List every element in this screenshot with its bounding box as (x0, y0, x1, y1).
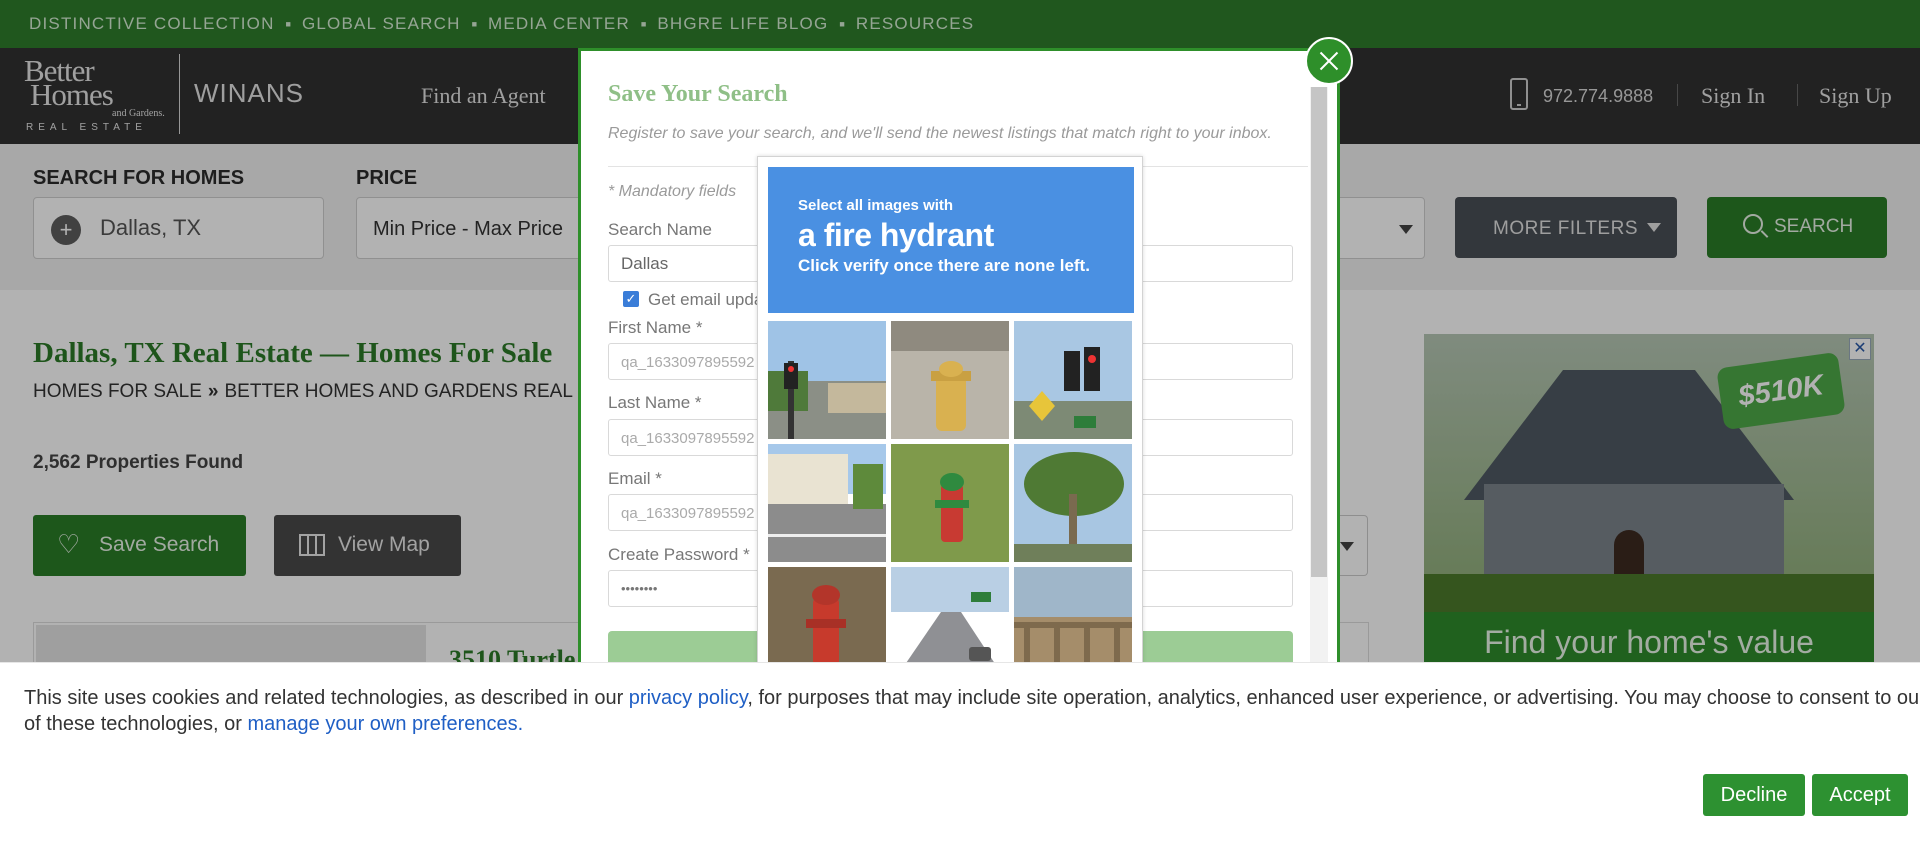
accept-button[interactable]: Accept (1812, 774, 1908, 816)
modal-close-button[interactable] (1305, 37, 1353, 85)
search-name-label: Search Name (608, 220, 712, 239)
captcha-prompt: Select all images with a fire hydrant Cl… (768, 167, 1134, 313)
cookie-text-part: This site uses cookies and related techn… (24, 687, 629, 709)
captcha-instruction: Click verify once there are none left. (798, 256, 1090, 275)
captcha-tile-palm-trees[interactable] (1014, 444, 1132, 562)
last-name-label: Last Name * (608, 393, 702, 412)
captcha-tile-building-street[interactable] (768, 444, 886, 562)
mandatory-note: * Mandatory fields (608, 183, 737, 200)
decline-button[interactable]: Decline (1703, 774, 1805, 816)
manage-preferences-link[interactable]: manage your own preferences. (247, 713, 523, 735)
privacy-policy-link[interactable]: privacy policy (629, 687, 748, 709)
modal-scrollbar[interactable] (1310, 87, 1328, 671)
captcha-prompt-small: Select all images with (798, 197, 954, 214)
captcha-challenge: Select all images with a fire hydrant Cl… (757, 156, 1143, 685)
modal-scrollbar-thumb[interactable] (1311, 87, 1327, 577)
email-label: Email * (608, 469, 662, 488)
modal-title: Save Your Search (608, 81, 788, 107)
first-name-label: First Name * (608, 318, 703, 337)
captcha-grid (768, 321, 1134, 685)
email-updates-checkbox[interactable]: ✓ (623, 291, 639, 307)
captcha-tile-traffic-light-sign[interactable] (1014, 321, 1132, 439)
cookie-banner: This site uses cookies and related techn… (0, 662, 1920, 846)
password-label: Create Password * (608, 545, 750, 564)
captcha-tile-street-traffic-light[interactable] (768, 321, 886, 439)
cookie-text: This site uses cookies and related techn… (24, 685, 1920, 737)
captcha-tile-green-red-hydrant[interactable] (891, 444, 1009, 562)
modal-description: Register to save your search, and we'll … (608, 125, 1272, 142)
captcha-prompt-object: a fire hydrant (798, 217, 994, 253)
captcha-tile-yellow-hydrant[interactable] (891, 321, 1009, 439)
